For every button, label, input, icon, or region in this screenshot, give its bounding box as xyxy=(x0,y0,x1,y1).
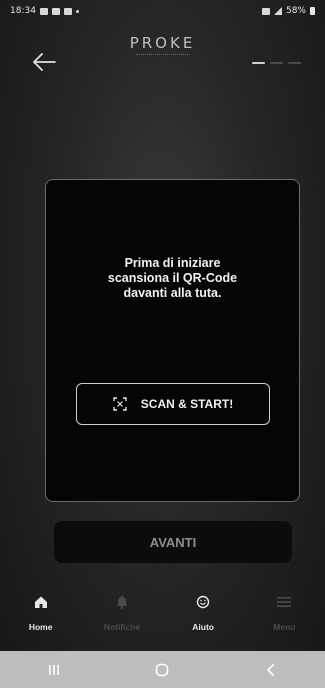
signal-icon xyxy=(273,7,282,15)
menu-icon xyxy=(277,597,292,607)
home-icon xyxy=(34,596,47,608)
chevron-left-icon xyxy=(266,663,274,676)
scan-and-start-button[interactable]: SCAN & START! xyxy=(76,383,270,425)
brand-logo: PROKE xyxy=(0,34,325,57)
step-indicator xyxy=(252,62,265,64)
next-button[interactable]: AVANTI xyxy=(54,521,292,563)
location-icon xyxy=(63,7,72,15)
system-navigation-bar xyxy=(0,651,325,688)
step-indicator xyxy=(288,62,301,64)
recent-apps-button[interactable] xyxy=(34,655,74,685)
qr-scan-card xyxy=(45,179,300,502)
brand-name: PROKE xyxy=(129,34,196,52)
instruction-line: davanti alla tuta. xyxy=(123,286,222,300)
qr-scan-icon xyxy=(113,397,127,411)
step-progress-indicator xyxy=(252,62,301,64)
message-icon xyxy=(39,7,48,15)
nav-item-notifiche[interactable]: Notifiche xyxy=(87,594,157,650)
nav-item-aiuto[interactable]: Aiuto xyxy=(168,594,238,650)
status-time: 18:34 xyxy=(10,6,36,16)
instruction-line: Prima di iniziare xyxy=(124,256,221,270)
bell-icon xyxy=(116,595,127,609)
battery-icon xyxy=(310,7,315,15)
nav-item-menu[interactable]: Menu xyxy=(249,594,319,650)
home-circle-icon xyxy=(156,663,169,676)
nav-label: Home xyxy=(28,622,53,632)
bottom-navigation: Home Notifiche Aiuto Menu xyxy=(0,594,325,650)
battery-percentage: 58% xyxy=(285,6,306,16)
nav-label: Aiuto xyxy=(192,622,214,632)
instruction-text: Prima di iniziare scansiona il QR-Code d… xyxy=(45,256,300,301)
nav-label: Notifiche xyxy=(103,622,141,632)
status-bar: 18:34 58% xyxy=(0,0,325,22)
cloud-icon xyxy=(51,7,60,15)
instruction-line: scansiona il QR-Code xyxy=(107,271,238,285)
recent-apps-icon xyxy=(49,664,60,675)
home-system-button[interactable] xyxy=(142,655,182,685)
step-indicator xyxy=(270,62,283,64)
notification-dot-icon xyxy=(75,9,79,13)
vibrate-icon xyxy=(261,7,270,15)
scan-button-label: SCAN & START! xyxy=(140,397,234,411)
nav-label: Menu xyxy=(273,622,296,632)
help-icon xyxy=(196,595,210,609)
system-back-button[interactable] xyxy=(251,655,291,685)
next-button-label: AVANTI xyxy=(149,534,197,550)
nav-item-home[interactable]: Home xyxy=(6,594,76,650)
